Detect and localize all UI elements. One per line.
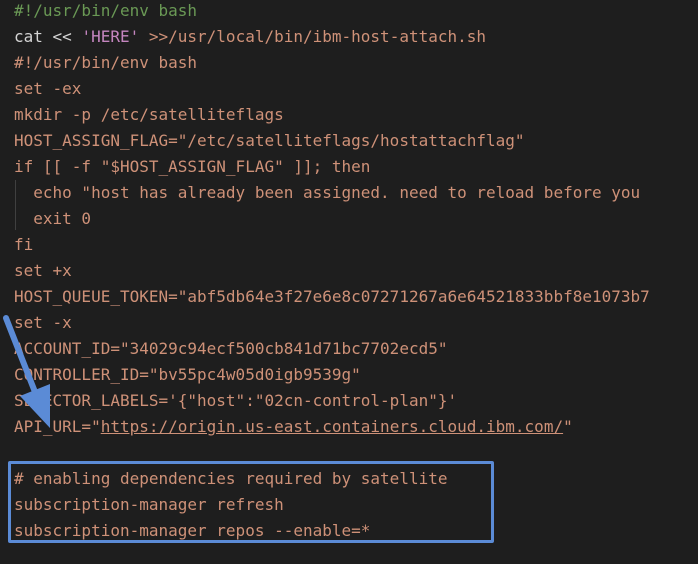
- code-line-2-target: >>/usr/local/bin/ibm-host-attach.sh: [139, 27, 487, 46]
- code-line-9: exit 0: [14, 206, 91, 232]
- code-line-13: set -x: [14, 310, 72, 336]
- code-line-5-text: mkdir -p /etc/satelliteflags: [14, 105, 284, 124]
- code-line-14: ACCOUNT_ID="34029c94ecf500cb841d71bc7702…: [14, 336, 447, 362]
- code-line-6: HOST_ASSIGN_FLAG="/etc/satelliteflags/ho…: [14, 128, 525, 154]
- code-line-11-text: set +x: [14, 261, 72, 280]
- code-line-9-text: exit 0: [14, 209, 92, 228]
- code-line-11: set +x: [14, 258, 72, 284]
- code-line-6-text: HOST_ASSIGN_FLAG="/etc/satelliteflags/ho…: [14, 131, 525, 150]
- code-line-12: HOST_QUEUE_TOKEN="abf5db64e3f27e6e8c0727…: [14, 284, 650, 310]
- code-line-15: CONTROLLER_ID="bv55pc4w05d0igb9539g": [14, 362, 361, 388]
- code-line-17: API_URL="https://origin.us-east.containe…: [14, 414, 573, 440]
- code-line-15-text: CONTROLLER_ID="bv55pc4w05d0igb9539g": [14, 365, 361, 384]
- code-line-16: SELECTOR_LABELS='{"host":"02cn-control-p…: [14, 388, 457, 414]
- code-line-10-text: fi: [14, 235, 34, 254]
- indent-guide: [15, 180, 16, 230]
- code-line-17-suffix: ": [563, 417, 573, 436]
- code-line-7: if [[ -f "$HOST_ASSIGN_FLAG" ]]; then: [14, 154, 370, 180]
- code-line-2-delimiter: 'HERE': [81, 27, 140, 46]
- code-line-5: mkdir -p /etc/satelliteflags: [14, 102, 284, 128]
- code-line-10: fi: [14, 232, 33, 258]
- code-line-7-text: if [[ -f "$HOST_ASSIGN_FLAG" ]]; then: [14, 157, 371, 176]
- code-line-14-text: ACCOUNT_ID="34029c94ecf500cb841d71bc7702…: [14, 339, 448, 358]
- api-url-link[interactable]: https://origin.us-east.containers.cloud.…: [101, 417, 563, 436]
- code-line-12-text: HOST_QUEUE_TOKEN="abf5db64e3f27e6e8c0727…: [14, 287, 650, 306]
- highlight-box: [8, 461, 494, 543]
- code-line-2: cat << 'HERE' >>/usr/local/bin/ibm-host-…: [14, 24, 486, 50]
- code-line-4-text: set -ex: [14, 79, 82, 98]
- code-line-3: #!/usr/bin/env bash: [14, 50, 197, 76]
- code-line-17-prefix: API_URL=": [14, 417, 101, 436]
- code-line-2-cmd: cat <<: [14, 27, 82, 46]
- code-editor[interactable]: #!/usr/bin/env bash cat << 'HERE' >>/usr…: [0, 0, 698, 564]
- code-line-8-text: echo "host has already been assigned. ne…: [14, 183, 641, 202]
- code-line-13-text: set -x: [14, 313, 72, 332]
- code-line-1-text: #!/usr/bin/env bash: [14, 1, 198, 20]
- code-line-1: #!/usr/bin/env bash: [14, 0, 197, 24]
- code-line-8: echo "host has already been assigned. ne…: [14, 180, 640, 206]
- code-line-16-text: SELECTOR_LABELS='{"host":"02cn-control-p…: [14, 391, 458, 410]
- code-line-3-text: #!/usr/bin/env bash: [14, 53, 198, 72]
- code-line-4: set -ex: [14, 76, 81, 102]
